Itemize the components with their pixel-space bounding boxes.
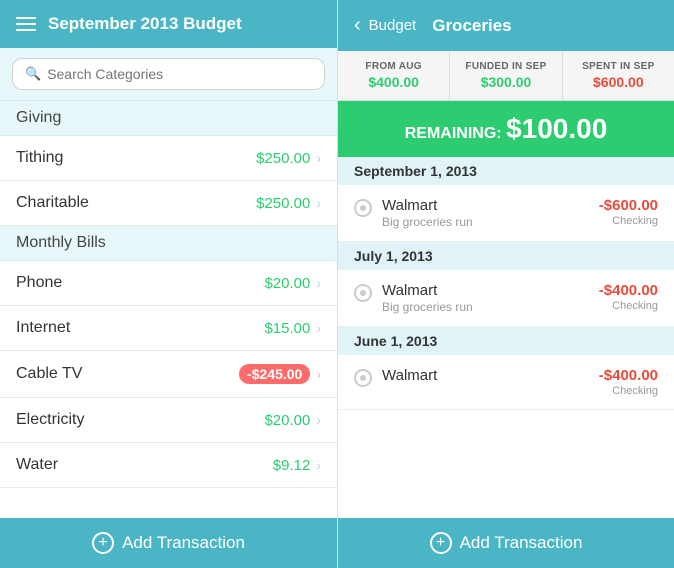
stat-label-funded-sep: FUNDED IN SEP: [456, 61, 555, 72]
transaction-info: Walmart Big groceries run: [382, 197, 599, 229]
left-footer: + Add Transaction: [0, 518, 337, 568]
category-right: $250.00 ›: [256, 195, 321, 212]
right-panel: ‹ Budget Groceries FROM AUG $400.00 FUND…: [337, 0, 674, 568]
chevron-right-icon: ›: [316, 150, 321, 166]
add-transaction-label: Add Transaction: [122, 533, 245, 553]
category-right: -$245.00 ›: [239, 364, 321, 384]
list-item[interactable]: Phone $20.00 ›: [0, 261, 337, 306]
category-right: $15.00 ›: [264, 320, 321, 337]
left-panel: September 2013 Budget 🔍 Giving Tithing $…: [0, 0, 337, 568]
category-amount: $15.00: [264, 320, 310, 337]
category-name: Water: [16, 456, 58, 474]
transaction-sub: Big groceries run: [382, 215, 599, 229]
transaction-amount: -$400.00: [599, 282, 658, 299]
transaction-status-icon: [354, 199, 372, 217]
category-name: Internet: [16, 319, 70, 337]
list-item[interactable]: Tithing $250.00 ›: [0, 136, 337, 181]
stat-spent-sep: SPENT IN SEP $600.00: [563, 51, 674, 100]
transaction-name: Walmart: [382, 282, 599, 299]
back-chevron-icon[interactable]: ‹: [354, 14, 361, 37]
list-item[interactable]: Internet $15.00 ›: [0, 306, 337, 351]
right-add-transaction-button[interactable]: + Add Transaction: [352, 532, 660, 554]
category-amount: $250.00: [256, 195, 310, 212]
right-add-transaction-label: Add Transaction: [460, 533, 583, 553]
transaction-right: -$400.00 Checking: [599, 282, 658, 312]
list-item[interactable]: Charitable $250.00 ›: [0, 181, 337, 226]
transactions-list: September 1, 2013 Walmart Big groceries …: [338, 157, 674, 568]
transaction-name: Walmart: [382, 197, 599, 214]
left-panel-title: September 2013 Budget: [48, 14, 242, 34]
category-amount-negative: -$245.00: [239, 364, 310, 384]
transaction-amount: -$400.00: [599, 367, 658, 384]
stat-value-from-aug: $400.00: [344, 74, 443, 90]
search-input-wrapper[interactable]: 🔍: [12, 58, 325, 90]
budget-stats: FROM AUG $400.00 FUNDED IN SEP $300.00 S…: [338, 51, 674, 101]
stat-value-spent-sep: $600.00: [569, 74, 668, 90]
chevron-right-icon: ›: [316, 412, 321, 428]
chevron-right-icon: ›: [316, 275, 321, 291]
right-header: ‹ Budget Groceries: [338, 0, 674, 51]
date-header-sep: September 1, 2013: [338, 157, 674, 185]
list-item[interactable]: Water $9.12 ›: [0, 443, 337, 488]
category-right: $9.12 ›: [273, 457, 321, 474]
stat-label-spent-sep: SPENT IN SEP: [569, 61, 668, 72]
back-label[interactable]: Budget: [369, 17, 417, 34]
transaction-status-icon: [354, 284, 372, 302]
transaction-right: -$400.00 Checking: [599, 367, 658, 397]
transaction-status-icon: [354, 369, 372, 387]
transaction-right: -$600.00 Checking: [599, 197, 658, 227]
transaction-sub: Big groceries run: [382, 300, 599, 314]
category-name: Electricity: [16, 411, 84, 429]
transaction-amount: -$600.00: [599, 197, 658, 214]
category-right: $250.00 ›: [256, 150, 321, 167]
table-row[interactable]: Walmart Big groceries run -$600.00 Check…: [338, 185, 674, 242]
stat-from-aug: FROM AUG $400.00: [338, 51, 450, 100]
category-amount: $250.00: [256, 150, 310, 167]
date-header-jul: July 1, 2013: [338, 242, 674, 270]
transaction-info: Walmart Big groceries run: [382, 282, 599, 314]
stat-funded-sep: FUNDED IN SEP $300.00: [450, 51, 562, 100]
right-panel-title: Groceries: [432, 16, 511, 36]
chevron-right-icon: ›: [316, 320, 321, 336]
remaining-amount: $100.00: [506, 113, 607, 144]
chevron-right-icon: ›: [316, 457, 321, 473]
chevron-right-icon: ›: [316, 366, 321, 382]
stat-value-funded-sep: $300.00: [456, 74, 555, 90]
table-row[interactable]: Walmart -$400.00 Checking: [338, 355, 674, 410]
plus-circle-icon: +: [92, 532, 114, 554]
search-icon: 🔍: [25, 66, 41, 82]
section-header-monthly-bills: Monthly Bills: [0, 226, 337, 261]
category-name: Phone: [16, 274, 62, 292]
date-header-jun: June 1, 2013: [338, 327, 674, 355]
category-amount: $9.12: [273, 457, 311, 474]
category-right: $20.00 ›: [264, 275, 321, 292]
transaction-account: Checking: [599, 215, 658, 227]
hamburger-icon[interactable]: [16, 17, 36, 31]
category-name: Tithing: [16, 149, 63, 167]
category-name: Cable TV: [16, 365, 82, 383]
transaction-info: Walmart: [382, 367, 599, 385]
transaction-account: Checking: [599, 385, 658, 397]
chevron-right-icon: ›: [316, 195, 321, 211]
remaining-bar: REMAINING: $100.00: [338, 101, 674, 157]
list-item[interactable]: Cable TV -$245.00 ›: [0, 351, 337, 398]
category-amount: $20.00: [264, 412, 310, 429]
section-header-giving: Giving: [0, 101, 337, 136]
search-bar: 🔍: [0, 48, 337, 101]
categories-scroll: Giving Tithing $250.00 › Charitable $250…: [0, 101, 337, 568]
category-name: Charitable: [16, 194, 89, 212]
table-row[interactable]: Walmart Big groceries run -$400.00 Check…: [338, 270, 674, 327]
add-transaction-button[interactable]: + Add Transaction: [14, 532, 323, 554]
transaction-name: Walmart: [382, 367, 599, 384]
transaction-account: Checking: [599, 300, 658, 312]
search-input[interactable]: [47, 66, 312, 82]
category-right: $20.00 ›: [264, 412, 321, 429]
category-amount: $20.00: [264, 275, 310, 292]
remaining-label: REMAINING:: [405, 125, 502, 142]
right-footer: + Add Transaction: [338, 518, 674, 568]
left-header: September 2013 Budget: [0, 0, 337, 48]
stat-label-from-aug: FROM AUG: [344, 61, 443, 72]
plus-circle-icon: +: [430, 532, 452, 554]
list-item[interactable]: Electricity $20.00 ›: [0, 398, 337, 443]
